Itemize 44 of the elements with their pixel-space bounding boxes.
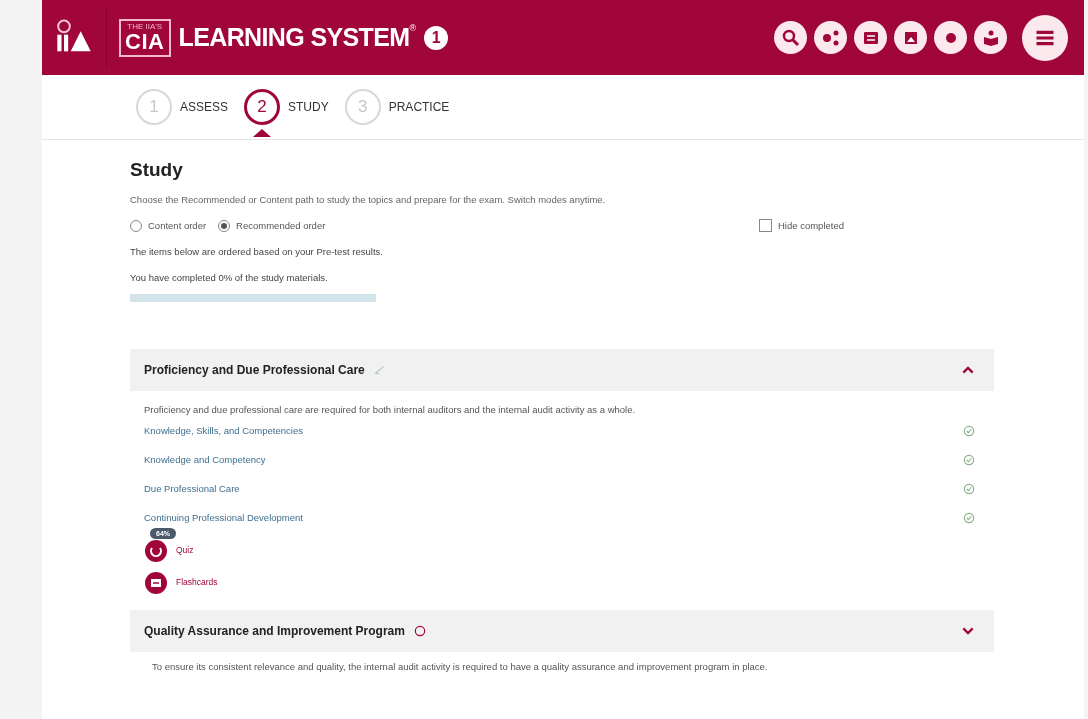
- section-description: Proficiency and due professional care are required for both internal auditors and the internal audit activity as a whole.: [144, 402, 637, 417]
- check-circle-icon: [962, 482, 976, 497]
- quiz-icon: [144, 538, 168, 563]
- checkbox[interactable]: [759, 219, 772, 233]
- step-badge: 1: [424, 25, 449, 50]
- order-note: The items below are ordered based on your Pre-test results.: [130, 245, 384, 259]
- flashcards-icon: [144, 570, 168, 595]
- activity-link[interactable]: Quiz: [144, 538, 194, 563]
- check-circle-icon: [962, 511, 976, 526]
- activity-link[interactable]: Flashcards: [144, 570, 218, 595]
- radio-label: Recommended order: [236, 218, 326, 233]
- logo-text: THE IIA'S: [127, 22, 163, 31]
- section-header[interactable]: Quality Assurance and Improvement Program: [130, 609, 994, 652]
- radio-option[interactable]: Content order: [130, 218, 207, 233]
- check-circle-icon: [962, 424, 976, 439]
- section-header[interactable]: Proficiency and Due Professional Care: [130, 348, 994, 391]
- radio-label: Content order: [148, 218, 207, 233]
- toolbar-button[interactable]: [814, 21, 847, 54]
- topic-link[interactable]: Knowledge and Competency: [144, 453, 266, 468]
- step-tab[interactable]: 2 STUDY: [244, 89, 329, 125]
- app-title: LEARNING SYSTEM: [178, 21, 410, 53]
- toolbar-button[interactable]: [854, 21, 887, 54]
- toolbar-button[interactable]: [974, 21, 1007, 54]
- trademark-symbol: ®: [409, 22, 417, 33]
- active-step-pointer: [253, 129, 272, 137]
- progress-text: You have completed 0% of the study materials.: [130, 271, 329, 286]
- checkbox-label: Hide completed: [778, 218, 844, 233]
- toolbar-button[interactable]: [934, 21, 967, 54]
- topic-link[interactable]: Knowledge, Skills, and Competencies: [144, 424, 303, 439]
- section-title: Quality Assurance and Improvement Program: [144, 622, 405, 640]
- topic-link[interactable]: Continuing Professional Development: [144, 511, 303, 526]
- hide-completed-option[interactable]: Hide completed: [759, 218, 844, 233]
- topic-link[interactable]: Due Professional Care: [144, 482, 240, 497]
- toolbar-button[interactable]: [774, 21, 807, 54]
- menu-button[interactable]: [1022, 14, 1068, 61]
- check-circle-icon: [962, 453, 976, 468]
- radio-option[interactable]: Recommended order: [218, 218, 326, 233]
- section-description: To ensure its consistent relevance and quality, the internal audit activity is required to have a quality assurance and improvement program in place.: [151, 659, 769, 674]
- status-circle-icon: [412, 623, 427, 638]
- intro-text: Choose the Recommended or Content path to study the topics and prepare for the exam. Switch modes anytime.: [130, 192, 607, 207]
- logo-text: CIA: [125, 30, 165, 53]
- toolbar-button[interactable]: [894, 21, 927, 54]
- section-title: Proficiency and Due Professional Care: [144, 361, 365, 379]
- page-heading: Study: [130, 158, 184, 182]
